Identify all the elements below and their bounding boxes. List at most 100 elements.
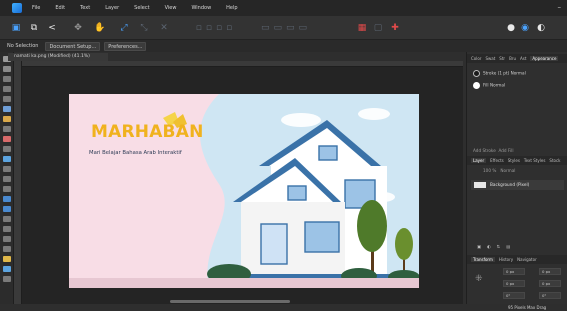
align-icon[interactable]: ⤡ — [138, 22, 150, 34]
tab-effects[interactable]: Effects — [490, 158, 504, 163]
hand-icon[interactable]: ✋ — [94, 22, 106, 34]
menu-window[interactable]: Window — [191, 5, 211, 11]
menu-layer[interactable]: Layer — [105, 5, 119, 11]
zoom-tool-icon[interactable] — [3, 76, 11, 82]
color-panel-tabs: Color Swat Str Bru Ast Appearance — [467, 54, 567, 63]
clone-tool-icon[interactable] — [3, 186, 11, 192]
menu-edit[interactable]: Edit — [55, 5, 65, 11]
view-tool-icon[interactable] — [3, 66, 11, 72]
stroke-mode[interactable]: Normal — [511, 71, 526, 76]
cloud — [281, 113, 321, 127]
menu-view[interactable]: View — [165, 5, 177, 11]
fill-row[interactable]: Fill Normal — [473, 82, 505, 89]
blemish-tool-icon[interactable] — [3, 206, 11, 212]
shape-tool-icon[interactable] — [3, 246, 11, 252]
stroke-row[interactable]: Stroke (1 pt) Normal — [473, 70, 526, 77]
assistant-icon[interactable]: ● — [506, 22, 516, 34]
app-logo-icon[interactable] — [12, 3, 22, 13]
fill-tool-icon[interactable] — [3, 156, 11, 162]
crop-icon[interactable]: ✕ — [158, 22, 170, 34]
tab-stock[interactable]: Stock — [549, 158, 560, 163]
fill-mode[interactable]: Normal — [490, 83, 505, 88]
menu-file[interactable]: File — [32, 5, 40, 11]
layer-actions-icon[interactable]: ▣◐⇅▤ — [477, 244, 516, 249]
snapping-icon[interactable]: ◉ — [520, 22, 530, 34]
tab-assets[interactable]: Ast — [520, 56, 526, 61]
view-mode-icon[interactable]: ◐ — [536, 22, 546, 34]
tab-history[interactable]: History — [499, 257, 513, 262]
app-window: File Edit Text Layer Select View Window … — [0, 0, 567, 311]
resize-icon[interactable]: ⤢ — [118, 22, 130, 34]
red-eye-tool-icon[interactable] — [3, 216, 11, 222]
node-tool-icon[interactable] — [3, 236, 11, 242]
color-pick-icon[interactable]: ✚ — [388, 22, 402, 34]
text-tool-icon[interactable] — [3, 256, 11, 262]
y-position-field[interactable]: 0 px — [503, 280, 525, 287]
rotation-field[interactable]: 0° — [503, 292, 525, 299]
cloud — [358, 108, 390, 120]
selection-status: No Selection — [7, 42, 39, 49]
menu-help[interactable]: Help — [226, 5, 237, 11]
share-icon[interactable]: < — [46, 22, 58, 34]
anchor-grid-icon[interactable]: ⁜ — [475, 274, 483, 284]
pen-tool-icon[interactable] — [3, 226, 11, 232]
foreground-color-icon[interactable] — [3, 266, 11, 272]
flood-select-icon[interactable] — [3, 96, 11, 102]
artboard-image[interactable]: MARHABAN Mari Belajar Bahasa Arab Intera… — [69, 94, 419, 288]
add-stroke-button[interactable]: Add Stroke — [473, 148, 496, 153]
height-field[interactable]: 0 px — [539, 280, 561, 287]
tab-styles[interactable]: Styles — [508, 158, 520, 163]
color-replace-icon[interactable] — [3, 136, 11, 142]
selection-brush-icon[interactable] — [3, 86, 11, 92]
blend-mode-dropdown[interactable]: Normal — [500, 168, 515, 173]
preferences-button[interactable]: Preferences... — [104, 41, 147, 51]
photo-persona-icon[interactable]: ▣ — [10, 22, 22, 34]
eraser-tool-icon[interactable] — [3, 146, 11, 152]
tree-crown — [357, 200, 387, 252]
shear-field[interactable]: 0° — [539, 292, 561, 299]
ground — [69, 278, 419, 288]
horizontal-ruler[interactable] — [22, 61, 463, 67]
tab-text-styles[interactable]: Text Styles — [524, 158, 546, 163]
tab-stroke[interactable]: Str — [499, 56, 505, 61]
vertical-ruler[interactable] — [14, 61, 22, 304]
menu-text[interactable]: Text — [80, 5, 90, 11]
tab-appearance[interactable]: Appearance — [530, 56, 559, 61]
menu-select[interactable]: Select — [134, 5, 149, 11]
tab-color[interactable]: Color — [471, 56, 481, 61]
minimize-button[interactable]: – — [558, 3, 562, 11]
refine-icon[interactable]: ▢ — [372, 22, 384, 34]
healing-tool-icon[interactable] — [3, 196, 11, 202]
stroke-swatch-icon[interactable] — [473, 70, 480, 77]
stroke-label: Stroke (1 pt) — [483, 70, 510, 76]
paint-brush-icon[interactable] — [3, 126, 11, 132]
selection-tools-group-icon[interactable]: ▫▫▫▫ — [186, 22, 246, 34]
x-position-field[interactable]: 0 px — [503, 268, 525, 275]
transform-panel-tabs: Transform History Navigator — [467, 255, 567, 264]
tab-transform[interactable]: Transform — [471, 257, 495, 262]
house-base — [233, 274, 403, 278]
fill-swatch-icon[interactable] — [473, 82, 480, 89]
artboard-subtitle: Mari Belajar Bahasa Arab Interaktif — [89, 150, 182, 156]
arrange-tools-group-icon[interactable]: ▭▭▭▭ — [256, 22, 316, 34]
tab-swatches[interactable]: Swat — [485, 56, 495, 61]
tab-brushes[interactable]: Bru — [509, 56, 516, 61]
opacity-field[interactable]: 100 % — [483, 168, 496, 173]
liquify-persona-icon[interactable]: ⧉ — [28, 22, 40, 34]
quick-mask-icon[interactable]: ▦ — [356, 22, 368, 34]
dodge-tool-icon[interactable] — [3, 176, 11, 182]
move-icon[interactable]: ✥ — [72, 22, 84, 34]
add-fill-button[interactable]: Add Fill — [498, 148, 513, 153]
crop-tool-icon[interactable] — [3, 116, 11, 122]
horizontal-scrollbar[interactable] — [170, 300, 290, 303]
document-setup-button[interactable]: Document Setup... — [45, 41, 101, 51]
gradient-tool-icon[interactable] — [3, 166, 11, 172]
tab-navigator[interactable]: Navigator — [517, 257, 537, 262]
document-tab[interactable]: namati ka.png (Modified) (41.1%) — [8, 53, 108, 61]
width-field[interactable]: 0 px — [539, 268, 561, 275]
layer-item-background[interactable]: Background (Pixel) — [471, 180, 564, 190]
background-color-icon[interactable] — [3, 276, 11, 282]
tab-layers[interactable]: Layer — [471, 158, 487, 163]
add-stroke-fill-row: Add Stroke Add Fill — [473, 148, 514, 153]
marquee-tool-icon[interactable] — [3, 106, 11, 112]
